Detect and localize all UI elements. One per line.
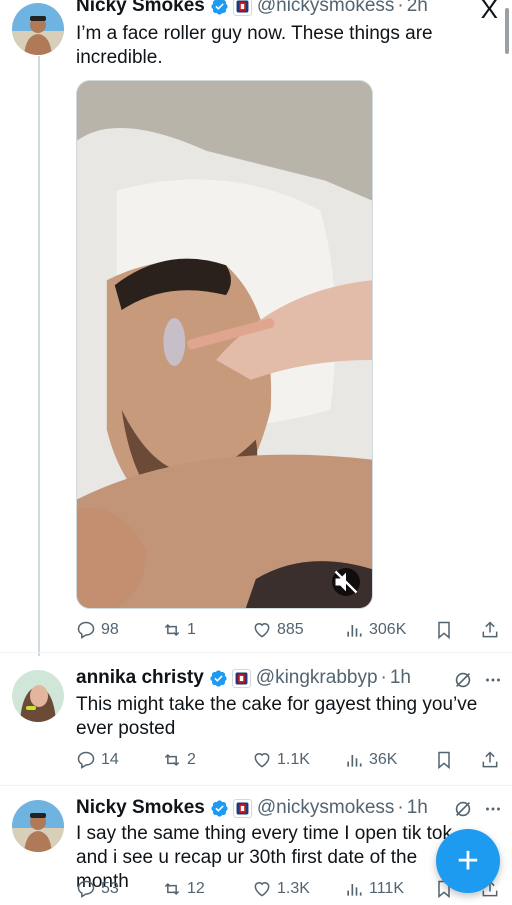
verified-badge-icon [210,799,229,818]
compose-button[interactable]: + [436,829,500,893]
tweet-2[interactable]: annika christy @kingkrabbyp · 1h This mi… [0,653,512,785]
affiliate-badge-icon[interactable] [231,668,251,688]
views-button[interactable]: 111K [344,877,404,901]
avatar[interactable] [12,670,64,722]
views-icon [347,625,362,637]
like-button[interactable]: 1.3K [252,877,310,901]
timestamp[interactable]: 2h [407,0,428,17]
avatar[interactable] [12,3,64,55]
separator-dot: · [397,0,404,16]
repost-icon [164,882,180,896]
repost-count: 2 [187,751,196,768]
heart-icon [254,623,270,638]
share-button[interactable] [480,748,505,772]
separator-dot: · [380,667,387,688]
bookmark-icon [438,621,450,640]
reply-count: 98 [101,621,119,638]
reply-icon [77,621,95,639]
grok-icon[interactable] [452,669,474,691]
views-icon [347,755,362,767]
author-handle[interactable]: @kingkrabbyp [256,667,378,689]
repost-button[interactable]: 12 [162,877,205,901]
like-count: 1.1K [277,751,310,768]
reply-icon [77,751,95,769]
like-button[interactable]: 1.1K [252,748,310,772]
tweet-video[interactable] [76,80,373,609]
verified-badge-icon [209,669,228,688]
heart-icon [254,882,270,897]
bookmark-icon [438,751,450,770]
reply-icon [77,880,95,898]
reply-count: 14 [101,751,119,768]
author-handle[interactable]: @nickysmokess [257,0,395,17]
views-count: 306K [369,621,407,638]
like-button[interactable]: 885 [252,618,304,642]
share-icon [482,751,498,768]
repost-count: 1 [187,621,196,638]
share-button[interactable] [480,618,505,642]
reply-button[interactable]: 53 [76,877,119,901]
verified-badge-icon [210,0,229,16]
author-handle[interactable]: @nickysmokess [257,797,395,819]
tweet-3[interactable]: Nicky Smokes @nickysmokess · 1h I say th… [0,786,512,905]
share-icon [482,621,498,638]
more-icon[interactable] [482,669,504,691]
more-icon[interactable] [482,798,504,820]
views-count: 111K [369,880,404,897]
repost-button[interactable]: 2 [162,748,196,772]
reply-count: 53 [101,880,119,897]
repost-icon [164,623,180,637]
timestamp[interactable]: 1h [407,797,428,819]
grok-icon[interactable] [452,798,474,820]
views-icon [347,884,362,896]
heart-icon [254,753,270,768]
tweet-actions: 53 12 1.3K 111K [76,877,504,901]
author-name[interactable]: Nicky Smokes [76,797,205,819]
repost-button[interactable]: 1 [162,618,196,642]
compose-icon: + [456,840,480,882]
reply-button[interactable]: 98 [76,618,119,642]
views-button[interactable]: 36K [344,748,397,772]
tweet-actions: 98 1 885 306K [76,618,504,642]
affiliate-badge-icon[interactable] [232,0,252,16]
separator-dot: · [397,797,404,818]
views-count: 36K [369,751,398,768]
tweet-actions: 14 2 1.1K 36K [76,748,504,772]
author-name[interactable]: Nicky Smokes [76,0,205,17]
mute-icon[interactable] [332,568,360,596]
repost-count: 12 [187,880,205,897]
avatar[interactable] [12,800,64,852]
bookmark-button[interactable] [434,618,459,642]
tweet-text: This might take the cake for gayest thin… [76,694,478,739]
repost-icon [164,753,180,767]
views-button[interactable]: 306K [344,618,406,642]
tweet-1[interactable]: Nicky Smokes @nickysmokess · 2h I’m a fa… [0,0,512,652]
tweet-text: I’m a face roller guy now. These things … [76,23,433,68]
author-name[interactable]: annika christy [76,667,204,689]
reply-button[interactable]: 14 [76,748,119,772]
like-count: 885 [277,621,304,638]
like-count: 1.3K [277,880,310,897]
affiliate-badge-icon[interactable] [232,798,252,818]
timestamp[interactable]: 1h [390,667,411,689]
bookmark-button[interactable] [434,748,459,772]
